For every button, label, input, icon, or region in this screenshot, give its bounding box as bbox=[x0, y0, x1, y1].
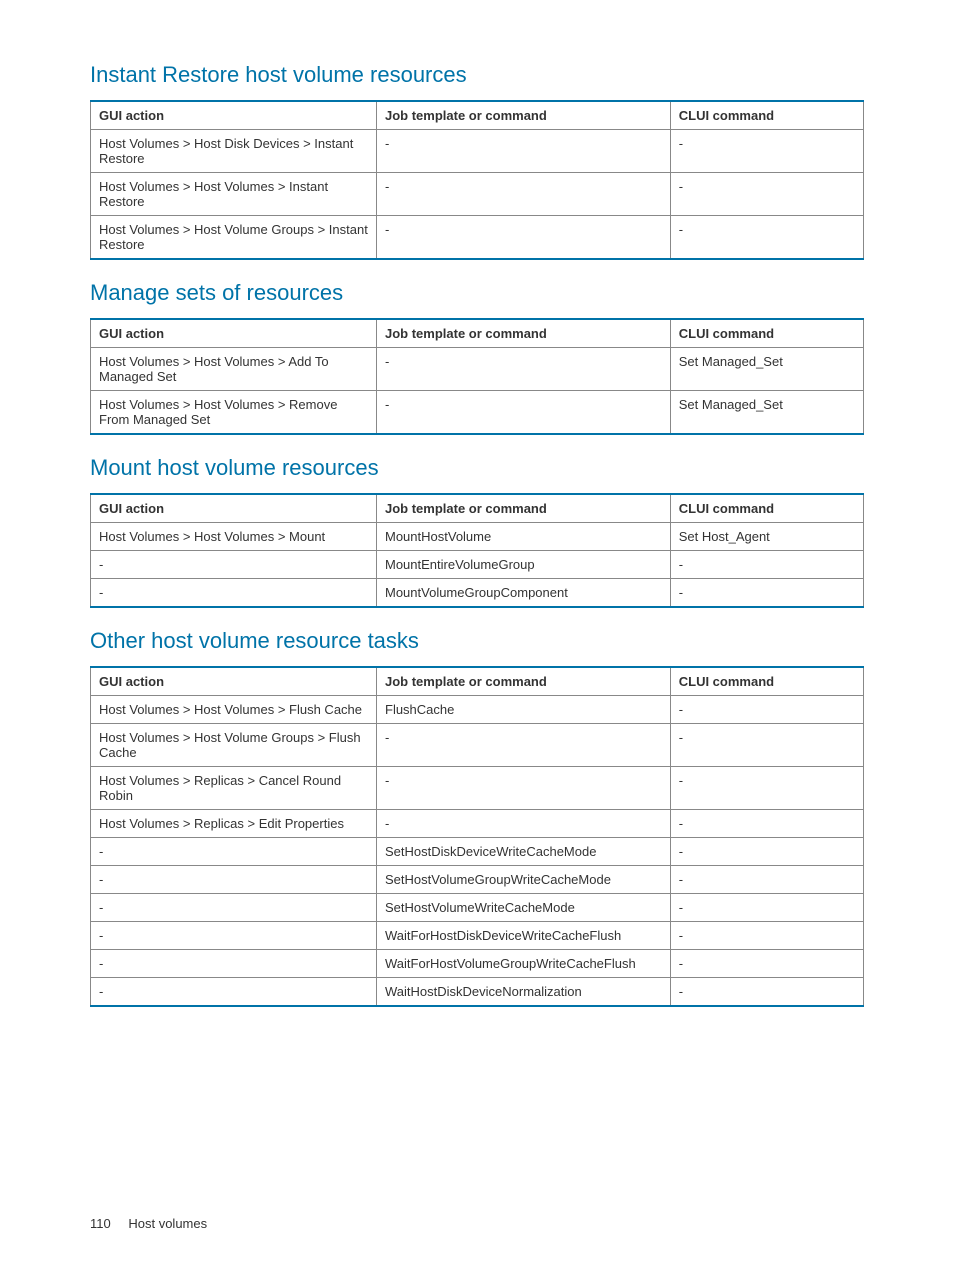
cell: - bbox=[670, 950, 863, 978]
cell: FlushCache bbox=[377, 696, 671, 724]
table-row: - MountVolumeGroupComponent - bbox=[91, 579, 864, 608]
cell: Host Volumes > Replicas > Edit Propertie… bbox=[91, 810, 377, 838]
cell: - bbox=[91, 579, 377, 608]
command-table: GUI action Job template or command CLUI … bbox=[90, 666, 864, 1007]
section-heading: Instant Restore host volume resources bbox=[90, 62, 864, 88]
cell: - bbox=[377, 130, 671, 173]
cell: - bbox=[670, 130, 863, 173]
table-row: Host Volumes > Replicas > Edit Propertie… bbox=[91, 810, 864, 838]
table-row: Host Volumes > Host Volumes > Flush Cach… bbox=[91, 696, 864, 724]
table-row: Host Volumes > Host Volumes > Remove Fro… bbox=[91, 391, 864, 435]
col-header: CLUI command bbox=[670, 667, 863, 696]
cell: Host Volumes > Host Disk Devices > Insta… bbox=[91, 130, 377, 173]
command-table: GUI action Job template or command CLUI … bbox=[90, 493, 864, 608]
cell: SetHostDiskDeviceWriteCacheMode bbox=[377, 838, 671, 866]
cell: - bbox=[670, 978, 863, 1007]
col-header: CLUI command bbox=[670, 494, 863, 523]
cell: WaitForHostDiskDeviceWriteCacheFlush bbox=[377, 922, 671, 950]
cell: - bbox=[377, 391, 671, 435]
table-row: - SetHostVolumeGroupWriteCacheMode - bbox=[91, 866, 864, 894]
col-header: CLUI command bbox=[670, 101, 863, 130]
col-header: CLUI command bbox=[670, 319, 863, 348]
cell: - bbox=[91, 866, 377, 894]
page-footer: 110 Host volumes bbox=[90, 1216, 207, 1231]
cell: - bbox=[377, 348, 671, 391]
cell: - bbox=[377, 173, 671, 216]
col-header: GUI action bbox=[91, 319, 377, 348]
cell: - bbox=[670, 894, 863, 922]
cell: Host Volumes > Host Volumes > Remove Fro… bbox=[91, 391, 377, 435]
table-row: - SetHostDiskDeviceWriteCacheMode - bbox=[91, 838, 864, 866]
cell: - bbox=[91, 978, 377, 1007]
cell: - bbox=[670, 551, 863, 579]
cell: Host Volumes > Host Volumes > Flush Cach… bbox=[91, 696, 377, 724]
cell: MountHostVolume bbox=[377, 523, 671, 551]
cell: - bbox=[377, 216, 671, 260]
cell: - bbox=[670, 767, 863, 810]
cell: - bbox=[377, 810, 671, 838]
cell: - bbox=[91, 838, 377, 866]
section-heading: Mount host volume resources bbox=[90, 455, 864, 481]
cell: Set Managed_Set bbox=[670, 391, 863, 435]
table-row: - WaitHostDiskDeviceNormalization - bbox=[91, 978, 864, 1007]
table-row: - SetHostVolumeWriteCacheMode - bbox=[91, 894, 864, 922]
command-table: GUI action Job template or command CLUI … bbox=[90, 318, 864, 435]
cell: - bbox=[91, 894, 377, 922]
cell: Host Volumes > Host Volumes > Mount bbox=[91, 523, 377, 551]
cell: - bbox=[670, 173, 863, 216]
col-header: GUI action bbox=[91, 101, 377, 130]
cell: - bbox=[377, 767, 671, 810]
table-row: Host Volumes > Host Volumes > Mount Moun… bbox=[91, 523, 864, 551]
footer-title: Host volumes bbox=[128, 1216, 207, 1231]
cell: MountEntireVolumeGroup bbox=[377, 551, 671, 579]
col-header: Job template or command bbox=[377, 101, 671, 130]
cell: MountVolumeGroupComponent bbox=[377, 579, 671, 608]
table-row: Host Volumes > Host Volume Groups > Flus… bbox=[91, 724, 864, 767]
cell: Host Volumes > Host Volumes > Add To Man… bbox=[91, 348, 377, 391]
cell: - bbox=[670, 922, 863, 950]
cell: - bbox=[91, 922, 377, 950]
table-row: - WaitForHostVolumeGroupWriteCacheFlush … bbox=[91, 950, 864, 978]
cell: - bbox=[670, 696, 863, 724]
col-header: GUI action bbox=[91, 667, 377, 696]
table-row: - WaitForHostDiskDeviceWriteCacheFlush - bbox=[91, 922, 864, 950]
table-row: Host Volumes > Host Volume Groups > Inst… bbox=[91, 216, 864, 260]
cell: Host Volumes > Host Volume Groups > Inst… bbox=[91, 216, 377, 260]
cell: - bbox=[670, 724, 863, 767]
section-heading: Other host volume resource tasks bbox=[90, 628, 864, 654]
col-header: Job template or command bbox=[377, 667, 671, 696]
table-row: Host Volumes > Host Disk Devices > Insta… bbox=[91, 130, 864, 173]
cell: Host Volumes > Host Volume Groups > Flus… bbox=[91, 724, 377, 767]
cell: - bbox=[670, 866, 863, 894]
table-row: - MountEntireVolumeGroup - bbox=[91, 551, 864, 579]
cell: SetHostVolumeGroupWriteCacheMode bbox=[377, 866, 671, 894]
cell: WaitHostDiskDeviceNormalization bbox=[377, 978, 671, 1007]
cell: Host Volumes > Replicas > Cancel Round R… bbox=[91, 767, 377, 810]
cell: WaitForHostVolumeGroupWriteCacheFlush bbox=[377, 950, 671, 978]
page-number: 110 bbox=[90, 1216, 111, 1231]
cell: - bbox=[91, 551, 377, 579]
command-table: GUI action Job template or command CLUI … bbox=[90, 100, 864, 260]
col-header: Job template or command bbox=[377, 494, 671, 523]
col-header: Job template or command bbox=[377, 319, 671, 348]
cell: SetHostVolumeWriteCacheMode bbox=[377, 894, 671, 922]
cell: - bbox=[670, 810, 863, 838]
col-header: GUI action bbox=[91, 494, 377, 523]
cell: Set Managed_Set bbox=[670, 348, 863, 391]
cell: Host Volumes > Host Volumes > Instant Re… bbox=[91, 173, 377, 216]
table-row: Host Volumes > Replicas > Cancel Round R… bbox=[91, 767, 864, 810]
cell: Set Host_Agent bbox=[670, 523, 863, 551]
cell: - bbox=[670, 579, 863, 608]
section-heading: Manage sets of resources bbox=[90, 280, 864, 306]
table-row: Host Volumes > Host Volumes > Add To Man… bbox=[91, 348, 864, 391]
table-row: Host Volumes > Host Volumes > Instant Re… bbox=[91, 173, 864, 216]
cell: - bbox=[670, 216, 863, 260]
cell: - bbox=[91, 950, 377, 978]
cell: - bbox=[377, 724, 671, 767]
cell: - bbox=[670, 838, 863, 866]
